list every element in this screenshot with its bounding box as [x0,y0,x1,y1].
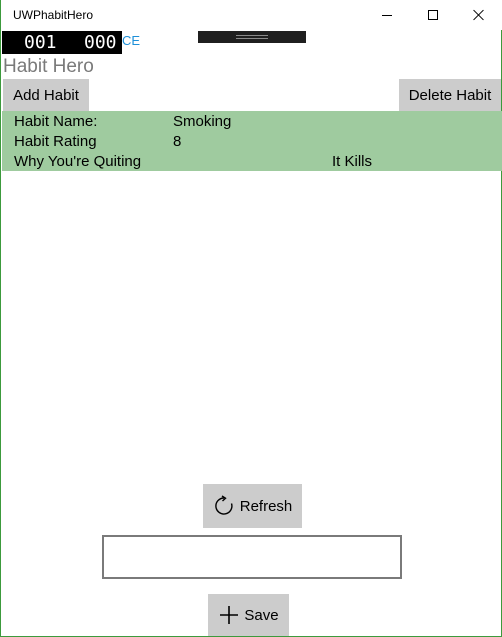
frame-counter-b: 000 [84,32,117,53]
habit-name-value: Smoking [173,113,232,130]
maximize-button[interactable] [410,0,456,30]
add-habit-button[interactable]: Add Habit [3,79,89,111]
habit-reason-value: It Kills [332,153,373,170]
habit-list-item[interactable]: Habit Name: Smoking Habit Rating 8 Why Y… [2,111,502,171]
debug-toolbar-grabber[interactable] [198,31,306,43]
app-window: UWPhabitHero 001 000 CE Habit Hero Add H… [0,0,502,637]
grip-icon [236,35,268,36]
close-icon [473,9,485,21]
habit-text-input[interactable] [102,535,402,579]
refresh-label: Refresh [239,497,293,515]
delete-habit-button[interactable]: Delete Habit [399,79,501,111]
close-button[interactable] [456,0,502,30]
habit-rating-value: 8 [173,133,182,150]
maximize-icon [428,10,438,20]
grip-icon [236,38,268,39]
save-label: Save [244,606,279,624]
window-title: UWPhabitHero [13,8,94,22]
page-title: Habit Hero [3,56,94,77]
title-bar: UWPhabitHero [1,0,502,30]
refresh-button[interactable]: Refresh [203,484,302,528]
habit-name-label: Habit Name: [14,113,98,130]
habit-reason-label: Why You're Quiting [14,153,142,170]
refresh-icon [213,495,235,517]
frame-counter-a: 001 [24,32,57,53]
habit-rating-label: Habit Rating [14,133,97,150]
save-button[interactable]: Save [208,594,289,636]
frame-counter-suffix: CE [122,33,141,48]
minimize-icon [382,14,392,16]
frame-rate-counter: 001 000 [2,31,122,54]
minimize-button[interactable] [364,0,410,30]
add-icon [218,604,240,626]
